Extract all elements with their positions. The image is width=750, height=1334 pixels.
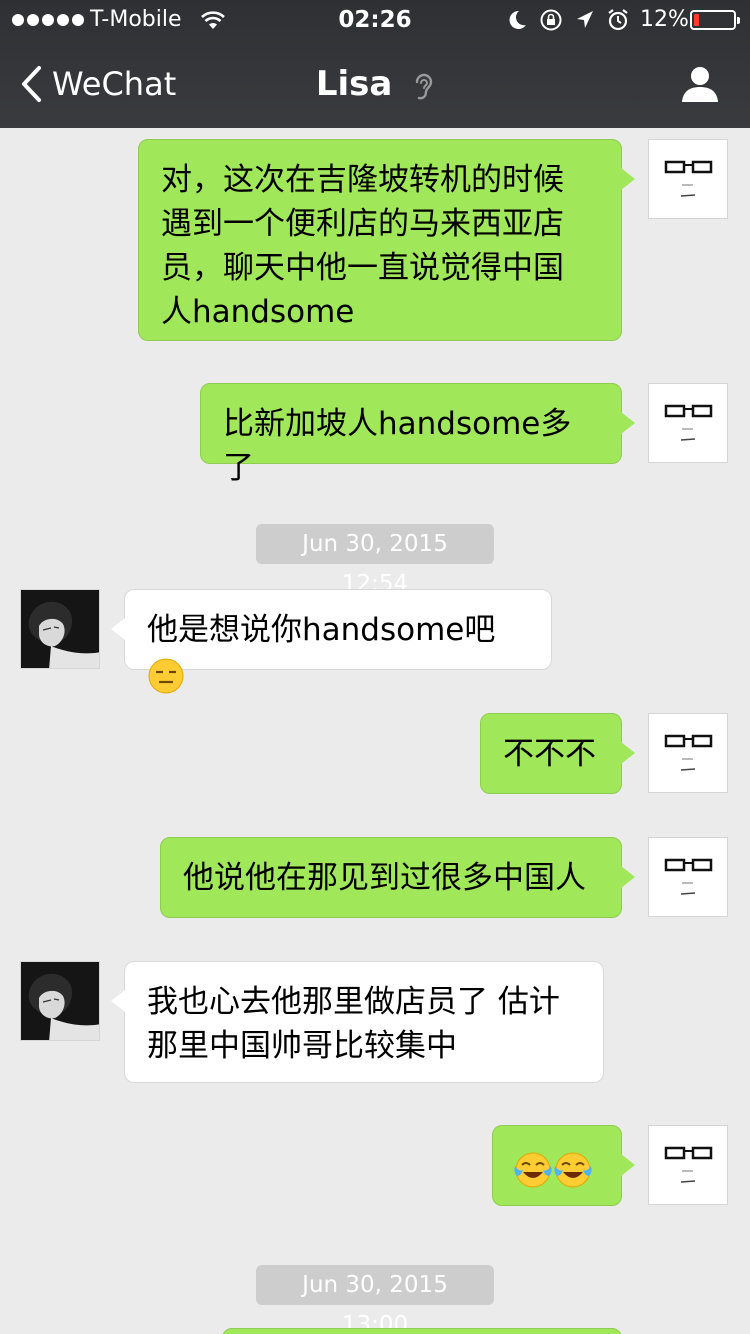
location-arrow-icon <box>577 11 593 28</box>
message-line: 员，聊天中他一直说觉得中国 <box>161 250 564 286</box>
message-line: 那里中国帅哥比较集中 <box>147 1028 457 1064</box>
message-line: 对，这次在吉隆坡转机的时候 <box>161 162 564 198</box>
profile-icon[interactable] <box>680 64 720 104</box>
glasses-avatar-icon <box>664 160 713 197</box>
moon-icon <box>509 10 526 29</box>
contact-photo-icon <box>21 962 99 1040</box>
my-avatar[interactable] <box>648 837 728 917</box>
contact-photo-icon <box>21 590 99 668</box>
message-text: 比新加坡人handsome多了 <box>223 406 572 486</box>
status-icons <box>507 8 629 32</box>
contact-avatar[interactable] <box>20 961 100 1041</box>
tears-of-joy-emoji <box>514 1152 552 1187</box>
battery-level-fill <box>694 14 699 26</box>
message-text: 他是想说你handsome吧 <box>147 612 496 648</box>
alarm-icon <box>608 9 628 31</box>
message-line: 人handsome <box>161 294 355 330</box>
message-line: 遇到一个便利店的马来西亚店 <box>161 206 564 242</box>
message-bubble-outgoing[interactable]: 他说他在那见到过很多中国人 <box>160 837 635 918</box>
message-bubble-outgoing[interactable]: 对，这次在吉隆坡转机的时候 遇到一个便利店的马来西亚店 员，聊天中他一直说觉得中… <box>138 139 635 341</box>
battery-percent: 12% <box>640 7 689 32</box>
chat-title-text: Lisa <box>315 64 393 104</box>
glasses-avatar-icon <box>664 404 713 441</box>
message-line: 我也心去他那里做店员了 估计 <box>147 984 560 1020</box>
my-avatar[interactable] <box>648 1125 728 1205</box>
status-bar: T-Mobile 02:26 12% <box>0 0 750 40</box>
rotation-lock-icon <box>540 9 562 31</box>
navigation-bar: WeChat Lisa <box>0 40 750 128</box>
glasses-avatar-icon <box>664 1146 713 1183</box>
battery-icon <box>690 10 740 30</box>
my-avatar[interactable] <box>648 713 728 793</box>
timestamp-divider: Jun 30, 2015 13:00 <box>256 1265 494 1334</box>
my-avatar[interactable] <box>648 383 728 463</box>
message-bubble-outgoing[interactable]: 不不不 <box>480 713 635 794</box>
message-bubble-outgoing[interactable]: 比新加坡人handsome多了 <box>200 383 635 486</box>
contact-avatar[interactable] <box>20 589 100 669</box>
top-bar: T-Mobile 02:26 12% WeChat Lisa <box>0 0 750 128</box>
message-bubble-incoming[interactable]: 他是想说你handsome吧 <box>111 589 552 693</box>
glasses-avatar-icon <box>664 734 713 771</box>
wechat-chat-screen: T-Mobile 02:26 12% WeChat Lisa 对，这次在吉隆坡转… <box>0 0 750 1334</box>
chat-title: Lisa <box>0 62 750 106</box>
timestamp-divider: Jun 30, 2015 12:54 <box>256 524 494 597</box>
ear-icon <box>415 73 433 99</box>
message-bubble-incoming[interactable]: 我也心去他那里做店员了 估计 那里中国帅哥比较集中 <box>111 961 604 1083</box>
message-bubble-outgoing[interactable] <box>492 1125 635 1206</box>
status-time: 02:26 <box>338 7 412 33</box>
expressionless-face-emoji <box>148 658 184 693</box>
message-text: 他说他在那见到过很多中国人 <box>183 860 586 896</box>
tears-of-joy-emoji <box>554 1152 592 1187</box>
message-bubble-outgoing-partial[interactable] <box>222 1328 622 1334</box>
message-text: 不不不 <box>503 736 596 772</box>
my-avatar[interactable] <box>648 139 728 219</box>
glasses-avatar-icon <box>664 858 713 895</box>
